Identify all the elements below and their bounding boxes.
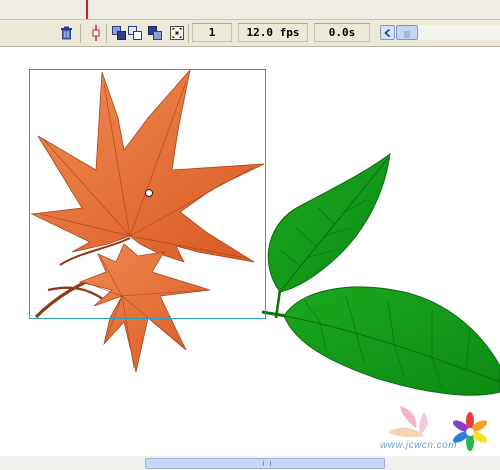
- watermark-text: www.jcwcn.com: [380, 440, 458, 451]
- horizontal-scroll-thumb[interactable]: [145, 458, 385, 469]
- playhead[interactable]: [86, 0, 88, 20]
- green-leaf-lower: [283, 286, 500, 396]
- current-frame-field[interactable]: 1: [192, 23, 232, 42]
- green-leaf-upper: [267, 152, 391, 293]
- timeline-strip[interactable]: [0, 0, 500, 20]
- stage-canvas[interactable]: [0, 48, 500, 456]
- center-frame-icon[interactable]: [87, 24, 104, 41]
- toolbar-separator: [80, 24, 81, 43]
- onion-skin-outlines-icon[interactable]: [126, 24, 143, 41]
- stage-horizontal-scrollbar[interactable]: [0, 456, 500, 470]
- chevron-left-icon[interactable]: [380, 25, 395, 40]
- elapsed-time-field: 0.0s: [314, 23, 370, 42]
- scroll-grip-icon: [263, 461, 271, 466]
- trash-icon[interactable]: [58, 24, 75, 41]
- edit-multiple-frames-icon[interactable]: [146, 24, 163, 41]
- toolbar-separator: [106, 24, 107, 43]
- timeline-scroll-thumb[interactable]: [396, 25, 418, 40]
- frame-rate-field[interactable]: 12.0 fps: [238, 23, 308, 42]
- timeline-status-bar: 1 12.0 fps 0.0s: [0, 20, 500, 47]
- onion-skin-icon[interactable]: [110, 24, 127, 41]
- modify-onion-markers-icon[interactable]: [168, 24, 185, 41]
- toolbar-separator: [188, 24, 189, 43]
- selection-bounding-box[interactable]: [29, 69, 266, 319]
